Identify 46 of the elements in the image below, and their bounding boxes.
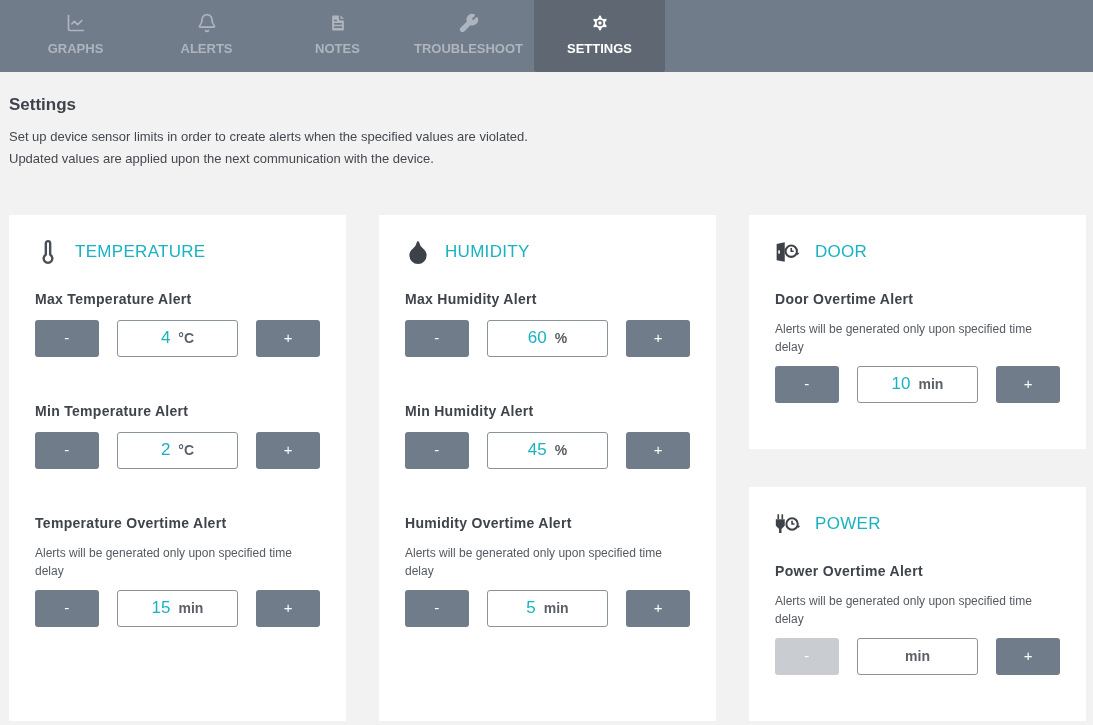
wrench-icon [458,13,479,34]
card-title: POWER [815,512,881,535]
increment-button[interactable]: + [626,589,690,627]
increment-button[interactable]: + [626,319,690,357]
chart-icon [65,13,86,34]
value-field[interactable]: 45 % [486,431,609,469]
increment-button[interactable]: + [256,589,320,627]
field-label: Humidity Overtime Alert [405,513,573,533]
decrement-button[interactable]: - [405,431,469,469]
increment-button[interactable]: + [256,431,320,469]
decrement-button[interactable]: - [35,431,99,469]
field-hint: Alerts will be generated only upon specified time delay [35,544,293,580]
nav-tab[interactable]: SETTINGS [534,0,665,72]
card-title: DOOR [815,240,868,263]
field-label: Max Temperature Alert [35,289,193,309]
increment-button[interactable]: + [256,319,320,357]
value-field[interactable]: 60 % [486,319,609,357]
bell-icon [196,13,217,34]
increment-button[interactable]: + [996,365,1060,403]
value-field[interactable]: 10 min [856,365,979,403]
card-title: HUMIDITY [445,240,530,263]
field-label: Min Humidity Alert [405,401,535,421]
value-field[interactable]: 2 °C [116,431,239,469]
field-hint: Alerts will be generated only upon specified time delay [775,320,1033,356]
field-label: Min Temperature Alert [35,401,190,421]
decrement-button[interactable]: - [405,319,469,357]
value-field[interactable]: min [856,637,979,675]
decrement-button[interactable]: - [775,365,839,403]
description-text: Updated values are applied upon the next communication with the device. [9,150,435,168]
value-field[interactable]: 5 min [486,589,609,627]
field-label: Max Humidity Alert [405,289,538,309]
increment-button[interactable]: + [626,431,690,469]
field-label: Door Overtime Alert [775,289,915,309]
field-hint: Alerts will be generated only upon specified time delay [775,592,1033,628]
value-field[interactable]: 4 °C [116,319,239,357]
value-field[interactable]: 15 min [116,589,239,627]
card-title: TEMPERATURE [75,240,206,263]
decrement-button[interactable]: - [35,589,99,627]
field-label: Power Overtime Alert [775,561,924,581]
field-label: Temperature Overtime Alert [35,513,228,533]
field-hint: Alerts will be generated only upon specified time delay [405,544,663,580]
page-title: Settings [9,94,78,116]
decrement-button[interactable]: - [35,319,99,357]
decrement-button[interactable]: - [405,589,469,627]
description-text: Set up device sensor limits in order to create alerts when the specified values are violated. [9,127,529,146]
increment-button[interactable]: + [996,637,1060,675]
